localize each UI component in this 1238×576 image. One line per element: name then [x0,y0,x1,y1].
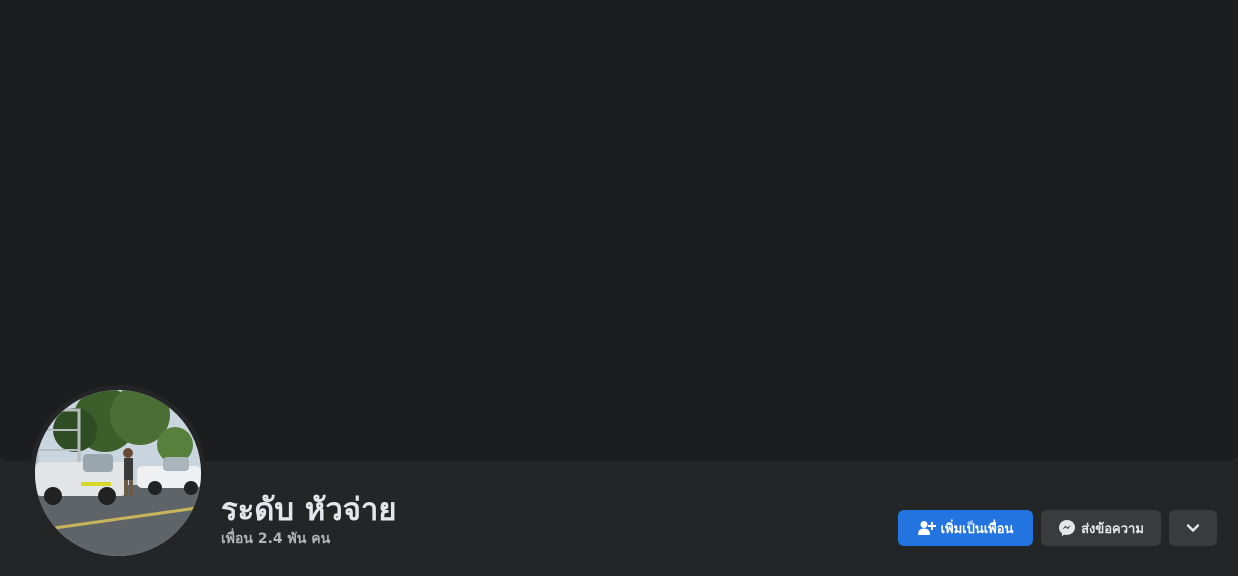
cover-photo[interactable] [0,0,1238,461]
message-label: ส่งข้อความ [1081,521,1144,537]
add-friend-icon [917,520,936,536]
profile-name: ระดับ หัวจ่าย [221,492,397,528]
message-button[interactable]: ส่งข้อความ [1041,510,1161,546]
more-options-button[interactable] [1169,510,1217,546]
messenger-icon [1058,519,1076,537]
profile-avatar[interactable] [35,390,201,556]
chevron-down-icon [1186,523,1200,533]
friends-count[interactable]: เพื่อน 2.4 พัน คน [221,528,330,550]
add-friend-label: เพิ่มเป็นเพื่อน [940,521,1014,537]
add-friend-button[interactable]: เพิ่มเป็นเพื่อน [898,510,1033,546]
avatar-photo [35,390,201,556]
